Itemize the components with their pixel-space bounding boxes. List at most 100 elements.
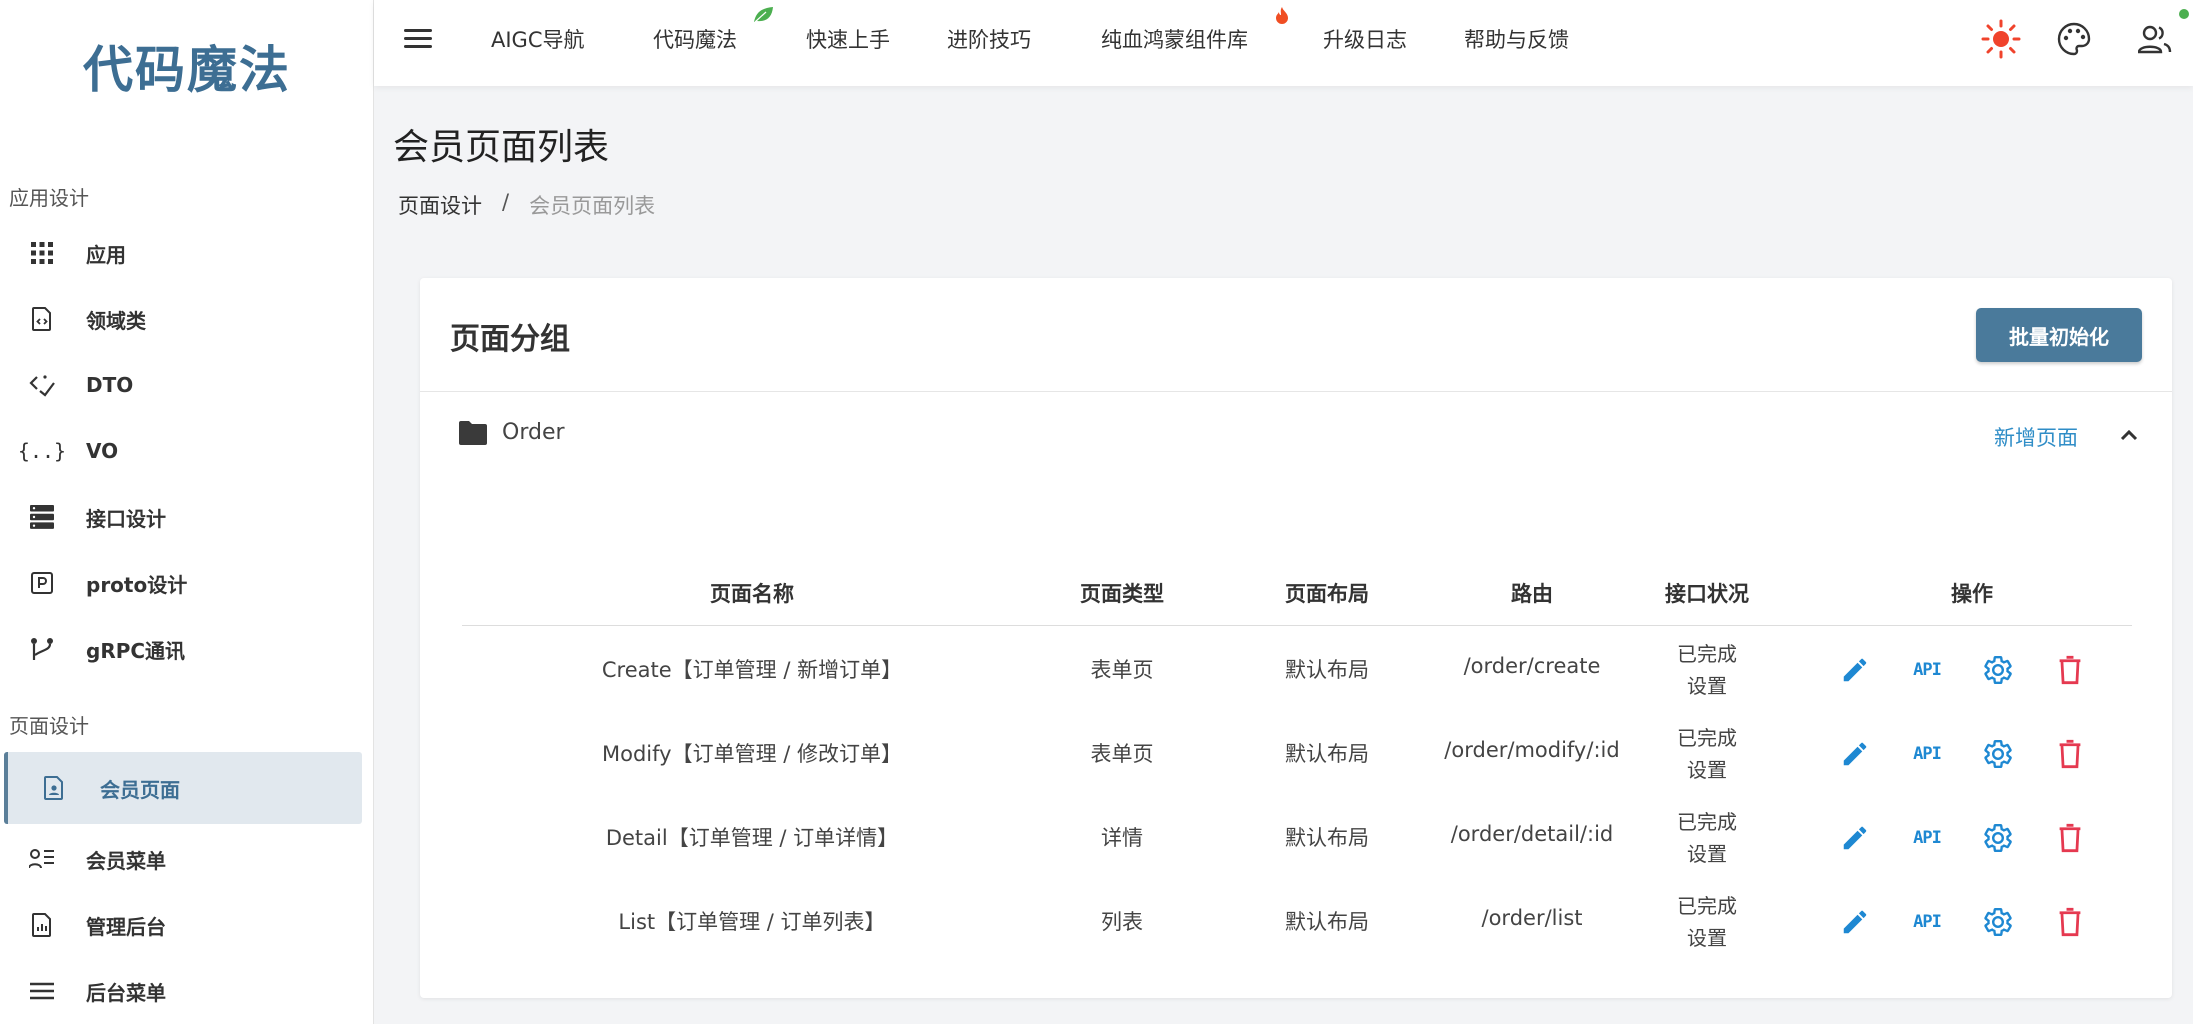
edit-icon[interactable]: [1837, 736, 1873, 772]
sidebar-item-label: proto设计: [86, 572, 188, 597]
palette-icon[interactable]: [2053, 18, 2095, 60]
braces-icon: {..}: [17, 439, 67, 463]
app-logo[interactable]: 代码魔法: [0, 30, 374, 102]
column-header-route: 路由: [1511, 582, 1553, 606]
sidebar-item-proto-design[interactable]: proto设计: [0, 550, 374, 616]
cell-route: /order/create: [1463, 654, 1601, 678]
breadcrumb-item-page-design[interactable]: 页面设计: [398, 190, 482, 220]
sidebar-item-vo[interactable]: {..} VO: [0, 418, 374, 484]
nav-link-quick-start[interactable]: 快速上手: [806, 24, 890, 54]
section-title-app-design: 应用设计: [9, 186, 89, 210]
status-done: 已完成: [1677, 642, 1737, 666]
nav-link-help[interactable]: 帮助与反馈: [1464, 24, 1569, 54]
cell-page-type: 列表: [1101, 910, 1143, 934]
sidebar-item-label: gRPC通讯: [86, 638, 186, 663]
status-done: 已完成: [1677, 810, 1737, 834]
delete-trash-icon[interactable]: [2052, 652, 2088, 688]
hamburger-menu-icon[interactable]: [404, 24, 438, 54]
page-group-card: 页面分组 批量初始化 Order 新增页面 页面名称 页面类型 页面布局 路由 …: [420, 278, 2172, 998]
sidebar-item-dto[interactable]: DTO: [0, 352, 374, 418]
group-row-order[interactable]: Order 新增页面: [420, 392, 2172, 492]
cell-page-layout: 默认布局: [1285, 910, 1369, 934]
cell-page-type: 表单页: [1090, 742, 1154, 766]
grid-icon: [28, 239, 56, 267]
delete-trash-icon[interactable]: [2052, 904, 2088, 940]
branch-icon: [28, 635, 56, 663]
sun-icon[interactable]: [1980, 18, 2022, 60]
page-title: 会员页面列表: [393, 127, 610, 168]
sidebar-item-api-design[interactable]: 接口设计: [0, 484, 374, 550]
menu-lines-icon: [28, 977, 56, 1005]
sidebar-item-label: VO: [86, 439, 119, 463]
cell-route: /order/modify/:id: [1444, 738, 1620, 762]
sidebar-item-app[interactable]: 应用: [0, 220, 374, 286]
folder-icon: [459, 421, 487, 445]
card-header: 页面分组 批量初始化: [420, 278, 2172, 392]
nav-link-harmony-lib[interactable]: 纯血鸿蒙组件库: [1101, 24, 1248, 54]
nav-link-changelog[interactable]: 升级日志: [1323, 24, 1407, 54]
edit-icon[interactable]: [1837, 820, 1873, 856]
cell-api-status: 已完成 设置: [1632, 890, 1782, 954]
settings-gear-icon[interactable]: [1980, 904, 2016, 940]
cell-page-layout: 默认布局: [1285, 826, 1369, 850]
users-icon[interactable]: [2134, 18, 2176, 60]
cell-page-name: Modify【订单管理 / 修改订单】: [601, 742, 902, 766]
chart-file-icon: [28, 911, 56, 939]
chevron-up-icon[interactable]: [2116, 422, 2142, 448]
sidebar-item-label: 后台菜单: [86, 980, 166, 1005]
status-settings-link[interactable]: 设置: [1632, 838, 1782, 870]
sidebar-item-admin[interactable]: 管理后台: [0, 892, 374, 958]
sidebar-item-member-menu[interactable]: 会员菜单: [0, 826, 374, 892]
sidebar-item-grpc[interactable]: gRPC通讯: [0, 616, 374, 682]
cell-route: /order/detail/:id: [1450, 822, 1614, 846]
table-row: List【订单管理 / 订单列表】 列表 默认布局 /order/list 已完…: [462, 880, 2132, 964]
api-icon[interactable]: API: [1909, 904, 1945, 940]
cell-page-name: List【订单管理 / 订单列表】: [618, 910, 886, 934]
cell-api-status: 已完成 设置: [1632, 722, 1782, 786]
cell-page-name: Create【订单管理 / 新增订单】: [601, 658, 903, 682]
top-bar: AIGC导航 代码魔法 快速上手 进阶技巧 纯血鸿蒙组件库 升级日志 帮助与反馈: [374, 0, 2193, 86]
nav-link-aigc[interactable]: AIGC导航: [491, 24, 585, 54]
cell-api-status: 已完成 设置: [1632, 638, 1782, 702]
code-arrows-icon: [28, 371, 56, 399]
member-list-icon: [28, 845, 56, 873]
fire-icon: [1276, 7, 1288, 24]
sidebar-item-label: 会员菜单: [86, 848, 166, 873]
sidebar-item-label: 领域类: [86, 308, 146, 333]
sidebar-item-label: DTO: [86, 373, 134, 397]
server-icon: [28, 503, 56, 531]
code-file-icon: [28, 305, 56, 333]
edit-icon[interactable]: [1837, 652, 1873, 688]
settings-gear-icon[interactable]: [1980, 820, 2016, 856]
table-row: Modify【订单管理 / 修改订单】 表单页 默认布局 /order/modi…: [462, 712, 2132, 796]
status-settings-link[interactable]: 设置: [1632, 754, 1782, 786]
delete-trash-icon[interactable]: [2052, 820, 2088, 856]
delete-trash-icon[interactable]: [2052, 736, 2088, 772]
member-file-icon: [40, 774, 68, 802]
sidebar-item-member-page[interactable]: 会员页面: [4, 752, 362, 824]
api-icon[interactable]: API: [1909, 736, 1945, 772]
leaf-icon: [754, 7, 773, 23]
cell-page-type: 表单页: [1090, 658, 1154, 682]
breadcrumb-separator: /: [502, 190, 510, 214]
api-icon[interactable]: API: [1909, 652, 1945, 688]
status-done: 已完成: [1677, 726, 1737, 750]
group-name: Order: [502, 420, 565, 445]
column-header-api-status: 接口状况: [1665, 582, 1749, 606]
settings-gear-icon[interactable]: [1980, 736, 2016, 772]
edit-icon[interactable]: [1837, 904, 1873, 940]
api-icon[interactable]: API: [1909, 820, 1945, 856]
batch-init-button[interactable]: 批量初始化: [1976, 308, 2142, 362]
status-settings-link[interactable]: 设置: [1632, 670, 1782, 702]
nav-link-advanced[interactable]: 进阶技巧: [947, 24, 1031, 54]
table-row: Create【订单管理 / 新增订单】 表单页 默认布局 /order/crea…: [462, 628, 2132, 712]
table-row: Detail【订单管理 / 订单详情】 详情 默认布局 /order/detai…: [462, 796, 2132, 880]
sidebar-item-label: 接口设计: [86, 506, 166, 531]
settings-gear-icon[interactable]: [1980, 652, 2016, 688]
cell-page-layout: 默认布局: [1285, 658, 1369, 682]
add-page-link[interactable]: 新增页面: [1994, 422, 2078, 452]
nav-link-code-magic[interactable]: 代码魔法: [653, 24, 737, 54]
sidebar-item-admin-menu[interactable]: 后台菜单: [0, 958, 374, 1024]
sidebar-item-domain-class[interactable]: 领域类: [0, 286, 374, 352]
status-settings-link[interactable]: 设置: [1632, 922, 1782, 954]
